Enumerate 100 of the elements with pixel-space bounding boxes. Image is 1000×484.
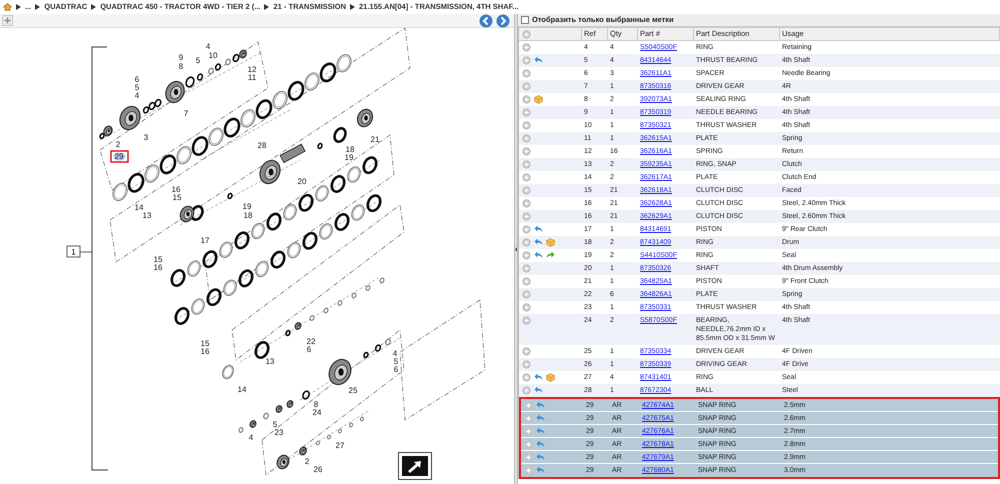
callout-number[interactable]: 2 [116, 140, 120, 149]
add-icon[interactable] [522, 199, 531, 208]
callout-number[interactable]: 9 [178, 53, 184, 62]
add-icon[interactable] [522, 360, 531, 369]
callout-number[interactable]: 15 [200, 339, 210, 348]
return-arrow-icon[interactable] [534, 373, 543, 381]
return-arrow-icon[interactable] [536, 414, 545, 422]
callout-number[interactable]: 7 [184, 109, 188, 118]
add-icon[interactable] [522, 303, 531, 312]
back-icon[interactable] [479, 14, 493, 28]
add-icon[interactable] [522, 160, 531, 169]
return-arrow-icon[interactable] [536, 466, 545, 474]
return-arrow-icon[interactable] [534, 386, 543, 394]
box-icon[interactable] [534, 95, 543, 104]
callout-number[interactable]: 23 [274, 428, 284, 437]
callout-number[interactable]: 11 [248, 73, 256, 82]
add-icon[interactable] [522, 108, 531, 117]
add-icon[interactable] [524, 440, 533, 449]
callout-number[interactable]: 6 [394, 365, 398, 374]
callout-number[interactable]: 18 [244, 211, 252, 220]
callout-number[interactable]: 5 [272, 420, 278, 429]
callout-number[interactable]: 17 [200, 236, 210, 245]
return-arrow-icon[interactable] [536, 440, 545, 448]
callout-number[interactable]: 4 [134, 91, 140, 100]
return-arrow-icon[interactable] [536, 427, 545, 435]
callout-number[interactable]: 28 [258, 141, 266, 150]
add-icon[interactable] [524, 414, 533, 423]
add-icon[interactable] [522, 277, 531, 286]
add-icon[interactable] [524, 427, 533, 436]
callout-number[interactable]: 6 [306, 345, 312, 354]
add-icon[interactable] [522, 316, 531, 325]
callout-number[interactable]: 2 [304, 457, 310, 466]
box-icon[interactable] [546, 238, 555, 247]
return-arrow-icon[interactable] [534, 56, 543, 64]
add-all-icon[interactable] [522, 30, 531, 38]
callout-number[interactable]: 3 [144, 133, 148, 142]
callout-number[interactable]: 16 [154, 263, 162, 272]
return-arrow-icon[interactable] [536, 401, 545, 409]
callout-number[interactable]: 6 [134, 75, 140, 84]
add-icon[interactable] [522, 121, 531, 130]
callout-number[interactable]: 21 [370, 135, 380, 144]
add-icon[interactable] [524, 401, 533, 410]
callout-number[interactable]: 4 [248, 433, 254, 442]
add-icon[interactable] [522, 212, 531, 221]
callout-number[interactable]: 10 [208, 51, 218, 60]
add-icon[interactable] [522, 147, 531, 156]
export-button[interactable] [398, 452, 432, 480]
home-icon[interactable] [3, 3, 12, 11]
callout-number[interactable]: 19 [344, 153, 354, 162]
return-arrow-icon[interactable] [534, 251, 543, 259]
callout-number[interactable]: 14 [238, 385, 246, 394]
forward-icon[interactable] [496, 14, 510, 28]
forward-arrow-icon[interactable] [546, 251, 555, 259]
add-icon[interactable] [522, 386, 531, 395]
callout-number[interactable]: 12 [248, 65, 256, 74]
callout-number[interactable]: 5 [394, 357, 398, 366]
callout-number[interactable]: 13 [266, 357, 274, 366]
callout-number[interactable]: 14 [134, 203, 144, 212]
callout-number[interactable]: 5 [196, 56, 200, 65]
add-icon[interactable] [522, 43, 531, 52]
return-arrow-icon[interactable] [534, 238, 543, 246]
callout-number[interactable]: 13 [142, 211, 152, 220]
add-icon[interactable] [522, 290, 531, 299]
callout-number[interactable]: 26 [314, 465, 322, 474]
callout-number[interactable]: 19 [242, 202, 252, 211]
box-icon[interactable] [546, 373, 555, 382]
add-icon[interactable] [522, 347, 531, 356]
callout-number[interactable]: 20 [298, 177, 306, 186]
add-icon[interactable] [522, 69, 531, 78]
add-icon[interactable] [522, 251, 531, 260]
callout-number[interactable]: 15 [172, 193, 182, 202]
add-icon[interactable] [522, 238, 531, 247]
add-icon[interactable] [522, 373, 531, 382]
callout-number[interactable]: 4 [206, 42, 210, 51]
callout-number[interactable]: 5 [134, 83, 140, 92]
callout-number[interactable]: 18 [346, 145, 354, 154]
add-icon[interactable] [522, 134, 531, 143]
callout-number[interactable]: 15 [154, 255, 162, 264]
callout-number[interactable]: 22 [306, 337, 316, 346]
callout-number[interactable]: 27 [336, 441, 344, 450]
add-icon[interactable] [522, 56, 531, 65]
assembly-number[interactable]: 1 [71, 248, 76, 256]
return-arrow-icon[interactable] [536, 453, 545, 461]
add-icon[interactable] [522, 225, 531, 234]
callout-number[interactable]: 16 [172, 185, 180, 194]
add-icon[interactable] [522, 82, 531, 91]
callout-number[interactable]: 8 [178, 62, 184, 71]
add-icon[interactable] [522, 173, 531, 182]
add-icon[interactable] [522, 264, 531, 273]
callout-number[interactable]: 4 [392, 349, 398, 358]
callout-number[interactable]: 24 [312, 408, 322, 417]
add-icon[interactable] [524, 466, 533, 475]
callout-highlight[interactable] [110, 150, 129, 163]
add-icon[interactable] [524, 453, 533, 462]
callout-number[interactable]: 25 [348, 386, 358, 395]
expand-button[interactable] [2, 15, 13, 26]
add-icon[interactable] [522, 95, 531, 104]
return-arrow-icon[interactable] [534, 225, 543, 233]
callout-number[interactable]: 8 [314, 400, 318, 409]
callout-number[interactable]: 16 [200, 347, 210, 356]
